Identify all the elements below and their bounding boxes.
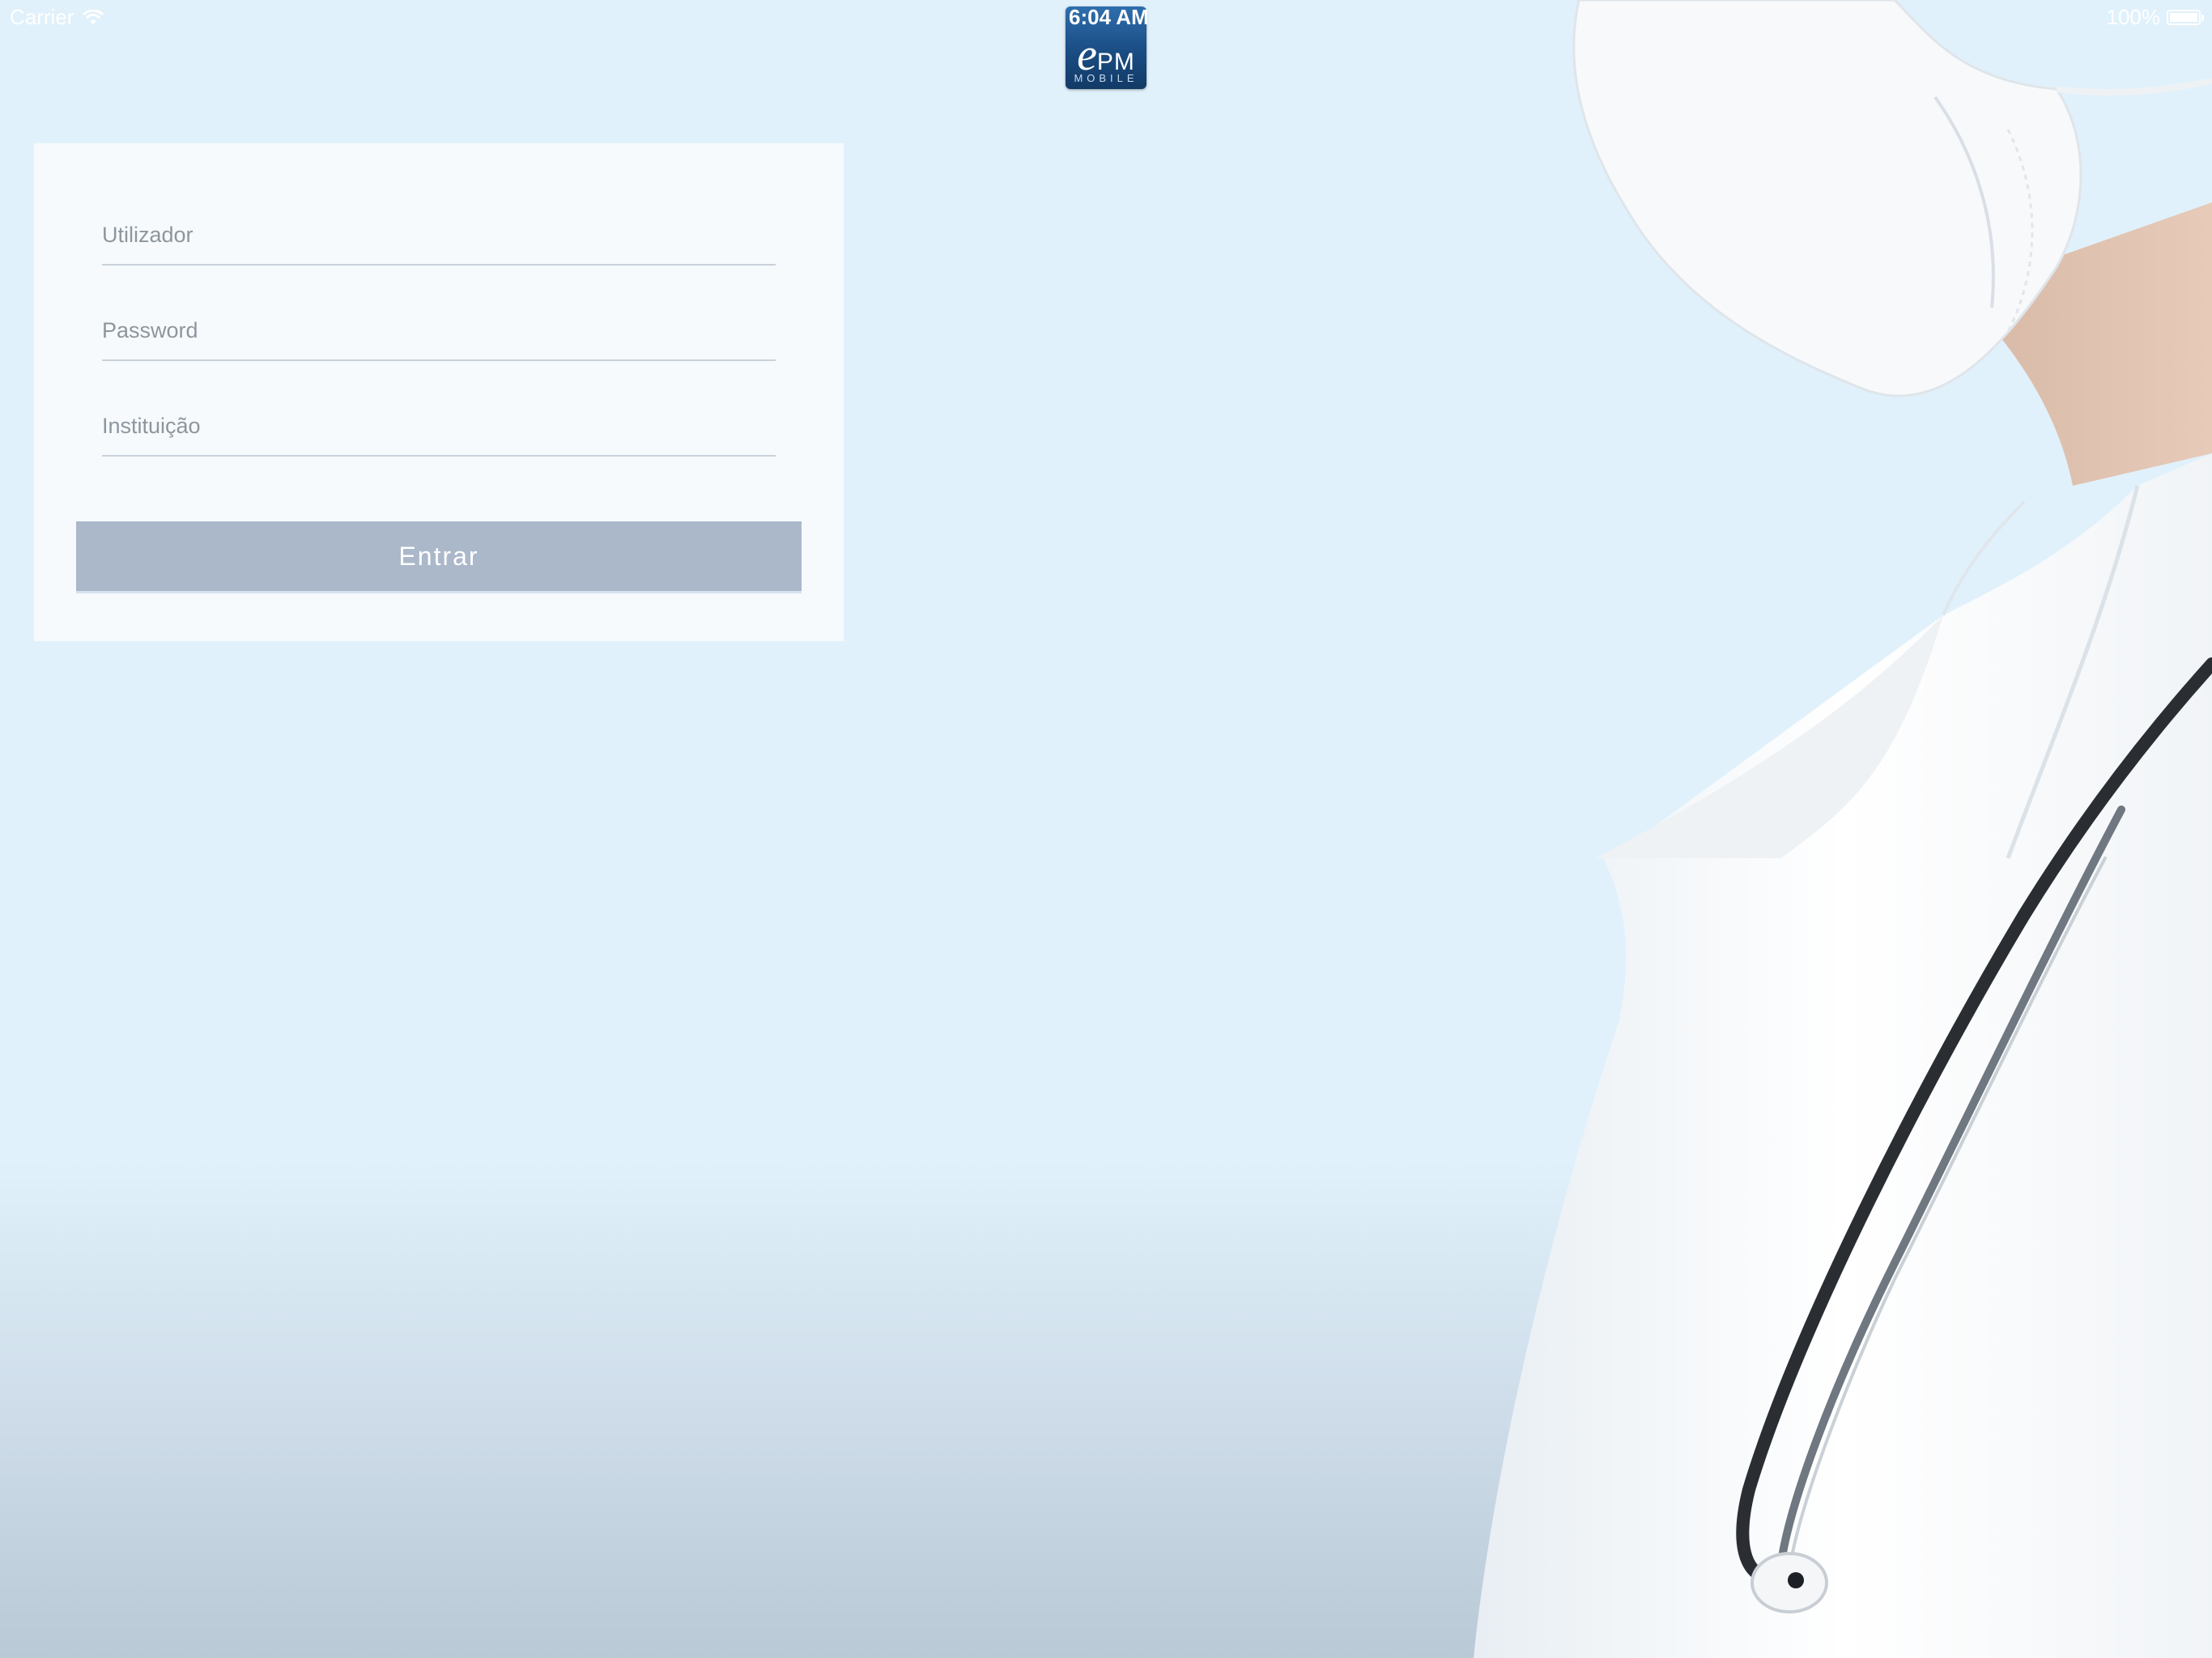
logo-subtitle: MOBILE: [1074, 72, 1138, 84]
battery-fill: [2170, 13, 2197, 22]
status-battery: 100%: [2106, 5, 2204, 30]
institution-field[interactable]: [102, 397, 776, 457]
battery-percent: 100%: [2106, 5, 2161, 29]
carrier-label: Carrier: [10, 5, 74, 29]
status-bar: Carrier 6:04 AM 100%: [0, 0, 2212, 32]
battery-icon: [2167, 10, 2204, 25]
login-card: Entrar: [34, 143, 844, 641]
logo-mark: ePM: [1066, 32, 1146, 78]
login-button[interactable]: Entrar: [76, 521, 802, 593]
password-field[interactable]: [102, 301, 776, 361]
doctor-illustration: [1474, 0, 2212, 1658]
username-field[interactable]: [102, 206, 776, 266]
status-carrier: Carrier: [10, 5, 104, 30]
wifi-icon: [83, 9, 104, 24]
status-time: 6:04 AM: [1069, 5, 1149, 29]
